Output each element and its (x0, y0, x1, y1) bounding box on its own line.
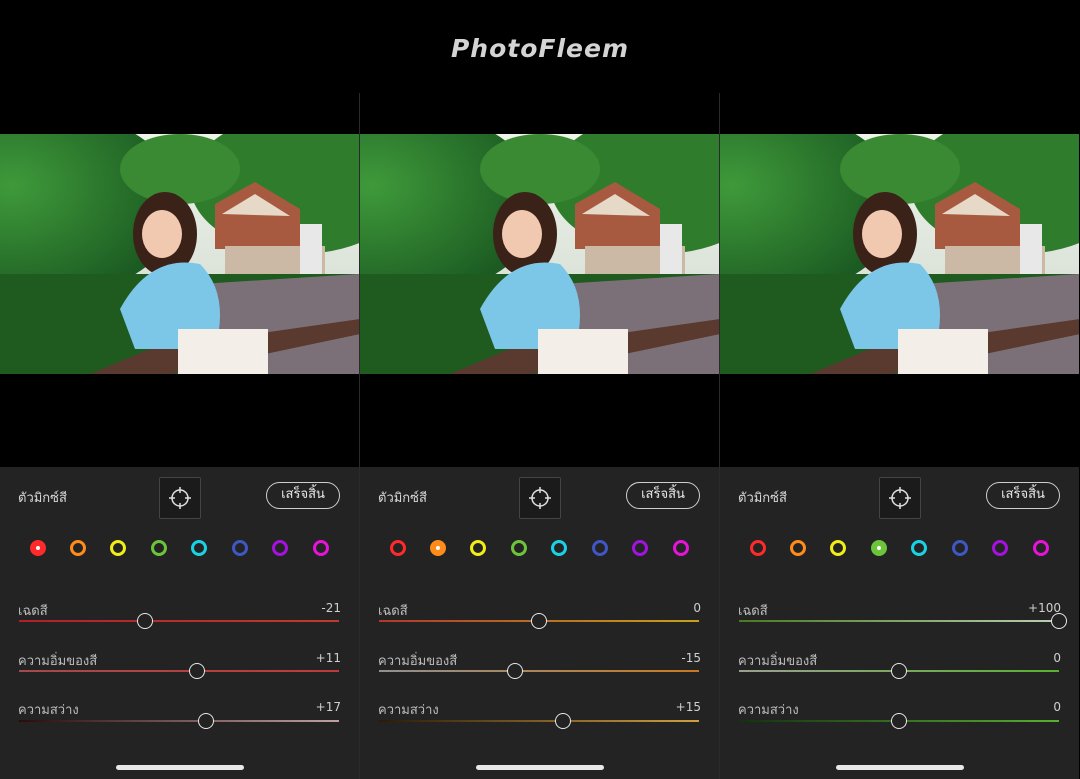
slider-thumb[interactable] (555, 713, 571, 729)
color-swatch-magenta[interactable] (673, 540, 689, 556)
slider-label: ความสว่าง (378, 703, 439, 718)
slider-track[interactable] (19, 620, 339, 622)
color-swatch-green[interactable] (151, 540, 167, 556)
screenshot-panel-3: ตัวมิกซ์สี เสร็จสิ้น เฉดสี +100 ความอิ่มขอ… (720, 93, 1079, 779)
slider-thumb[interactable] (198, 713, 215, 729)
slider-thumb[interactable] (507, 663, 523, 679)
color-swatch-green[interactable] (511, 540, 527, 556)
app-brand-title: PhotoFleem (450, 34, 630, 63)
slider-track[interactable] (379, 670, 699, 672)
target-adjust-button[interactable] (159, 477, 201, 519)
color-swatch-blue[interactable] (232, 540, 248, 556)
target-adjust-button[interactable] (879, 477, 921, 519)
color-mixer-panel: ตัวมิกซ์สี เสร็จสิ้น เฉดสี 0 ความอิ่มของสี… (360, 467, 719, 779)
home-indicator (116, 765, 244, 770)
selected-dot (436, 546, 440, 550)
slider-thumb[interactable] (891, 713, 907, 729)
color-swatch-aqua[interactable] (191, 540, 207, 556)
slider-value: 0 (693, 601, 701, 615)
slider-value: 0 (1053, 700, 1061, 714)
slider-thumb[interactable] (1051, 613, 1067, 629)
slider-value: 0 (1053, 651, 1061, 665)
slider-value: -21 (321, 601, 341, 615)
color-swatch-blue[interactable] (592, 540, 608, 556)
slider-label: ความสว่าง (18, 703, 79, 718)
color-mixer-panel: ตัวมิกซ์สี เสร็จสิ้น เฉดสี -21 ความอิ่มของ… (0, 467, 359, 779)
screenshot-panel-2: ตัวมิกซ์สี เสร็จสิ้น เฉดสี 0 ความอิ่มของสี… (360, 93, 719, 779)
color-mixer-title: ตัวมิกซ์สี (738, 491, 787, 506)
color-mixer-panel: ตัวมิกซ์สี เสร็จสิ้น เฉดสี +100 ความอิ่มขอ… (720, 467, 1079, 779)
screenshot-panel-1: ตัวมิกซ์สี เสร็จสิ้น เฉดสี -21 ความอิ่มของ… (0, 93, 359, 779)
slider-thumb[interactable] (531, 613, 547, 629)
color-swatch-green[interactable] (871, 540, 887, 556)
color-swatch-orange[interactable] (70, 540, 86, 556)
home-indicator (836, 765, 964, 770)
slider-label: เฉดสี (378, 604, 408, 619)
done-button[interactable]: เสร็จสิ้น (626, 482, 700, 509)
portrait-photo (0, 134, 359, 374)
color-swatch-red[interactable] (750, 540, 766, 556)
done-button[interactable]: เสร็จสิ้น (986, 482, 1060, 509)
color-swatch-orange[interactable] (790, 540, 806, 556)
color-mixer-title: ตัวมิกซ์สี (378, 491, 427, 506)
slider-label: ความอิ่มของสี (378, 654, 458, 669)
slider-thumb[interactable] (891, 663, 907, 679)
home-indicator (476, 765, 604, 770)
color-swatch-orange[interactable] (430, 540, 446, 556)
color-swatch-magenta[interactable] (1033, 540, 1049, 556)
color-swatch-yellow[interactable] (470, 540, 486, 556)
slider-track[interactable] (739, 620, 1059, 622)
slider-label: ความอิ่มของสี (738, 654, 818, 669)
slider-value: +17 (315, 700, 341, 714)
color-swatch-red[interactable] (30, 540, 46, 556)
selected-dot (36, 546, 40, 550)
target-icon (529, 487, 551, 509)
done-button[interactable]: เสร็จสิ้น (266, 482, 340, 509)
selected-dot (877, 546, 881, 550)
slider-label: เฉดสี (18, 604, 48, 619)
color-swatch-aqua[interactable] (551, 540, 567, 556)
slider-track[interactable] (379, 720, 699, 722)
color-swatch-red[interactable] (390, 540, 406, 556)
color-swatch-blue[interactable] (952, 540, 968, 556)
color-swatch-purple[interactable] (632, 540, 648, 556)
color-swatch-yellow[interactable] (830, 540, 846, 556)
color-swatch-magenta[interactable] (313, 540, 329, 556)
color-swatch-purple[interactable] (992, 540, 1008, 556)
color-mixer-title: ตัวมิกซ์สี (18, 491, 67, 506)
color-swatch-aqua[interactable] (911, 540, 927, 556)
slider-thumb[interactable] (137, 613, 154, 629)
slider-label: ความสว่าง (738, 703, 799, 718)
portrait-photo (720, 134, 1079, 374)
slider-value: -15 (681, 651, 701, 665)
portrait-photo (360, 134, 719, 374)
slider-label: เฉดสี (738, 604, 768, 619)
slider-thumb[interactable] (188, 663, 205, 679)
target-icon (889, 487, 911, 509)
slider-value: +11 (315, 651, 341, 665)
slider-track[interactable] (19, 720, 339, 722)
color-swatch-purple[interactable] (272, 540, 288, 556)
target-adjust-button[interactable] (519, 477, 561, 519)
color-swatch-yellow[interactable] (110, 540, 126, 556)
target-icon (169, 487, 191, 509)
slider-track[interactable] (19, 670, 339, 672)
slider-label: ความอิ่มของสี (18, 654, 98, 669)
slider-value: +15 (675, 700, 701, 714)
